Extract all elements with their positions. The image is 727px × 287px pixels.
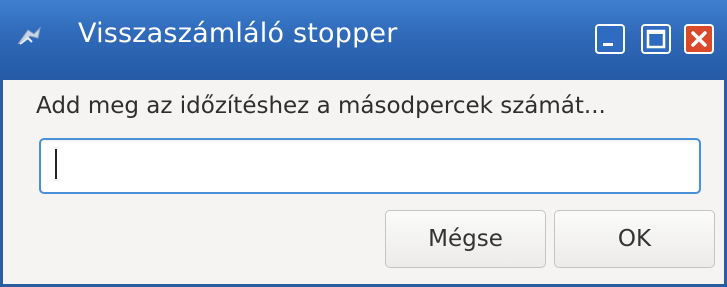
title-bar[interactable]: Visszaszámláló stopper [0,0,727,80]
app-icon [14,24,44,50]
maximize-button[interactable] [641,24,671,54]
maximize-icon [646,29,666,49]
window-title: Visszaszámláló stopper [78,18,398,49]
seconds-input[interactable] [39,138,701,194]
ok-button[interactable]: OK [554,210,715,268]
close-button[interactable] [684,24,714,54]
dialog-body: Add meg az időzítéshez a másodpercek szá… [3,80,724,284]
minimize-icon [603,43,613,46]
dialog-window: Visszaszámláló stopper Add meg az időzít… [0,0,727,287]
minimize-button[interactable] [595,24,625,54]
close-icon [691,31,707,47]
prompt-label: Add meg az időzítéshez a másodpercek szá… [36,93,606,119]
text-caret [55,149,57,179]
cancel-button[interactable]: Mégse [385,210,546,268]
